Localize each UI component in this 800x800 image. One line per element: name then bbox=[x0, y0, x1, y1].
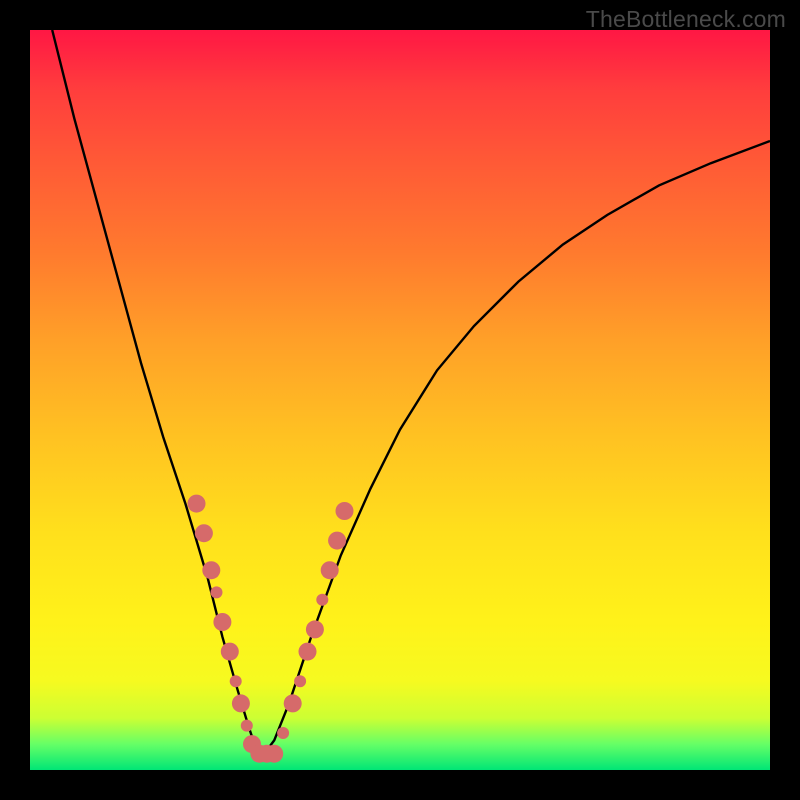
curve-line bbox=[52, 30, 770, 755]
marker-point bbox=[241, 720, 253, 732]
marker-point bbox=[336, 502, 354, 520]
marker-point bbox=[294, 675, 306, 687]
marker-point bbox=[202, 561, 220, 579]
marker-point bbox=[306, 620, 324, 638]
marker-point bbox=[265, 745, 283, 763]
chart-frame: TheBottleneck.com bbox=[0, 0, 800, 800]
marker-point bbox=[232, 694, 250, 712]
watermark-label: TheBottleneck.com bbox=[586, 6, 786, 33]
marker-point bbox=[221, 643, 239, 661]
marker-group bbox=[188, 495, 354, 763]
marker-point bbox=[284, 694, 302, 712]
marker-point bbox=[277, 727, 289, 739]
chart-svg bbox=[30, 30, 770, 770]
marker-point bbox=[211, 586, 223, 598]
marker-point bbox=[188, 495, 206, 513]
marker-point bbox=[328, 532, 346, 550]
marker-point bbox=[213, 613, 231, 631]
marker-point bbox=[299, 643, 317, 661]
marker-point bbox=[316, 594, 328, 606]
marker-point bbox=[230, 675, 242, 687]
marker-point bbox=[195, 524, 213, 542]
plot-area bbox=[30, 30, 770, 770]
marker-point bbox=[321, 561, 339, 579]
